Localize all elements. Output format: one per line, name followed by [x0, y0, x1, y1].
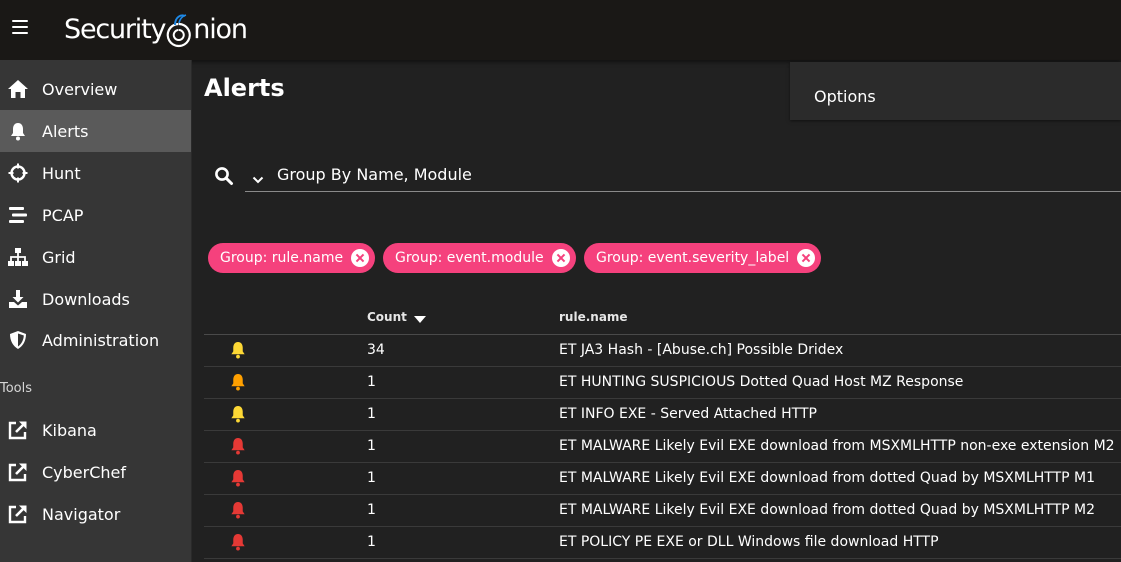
search-icon[interactable]	[214, 166, 234, 186]
sidebar-item-label: Administration	[42, 330, 160, 350]
group-chip-event-severity-label[interactable]: Group: event.severity_label	[584, 243, 822, 273]
shield-icon	[7, 329, 29, 351]
sidebar-item-downloads[interactable]: Downloads	[0, 278, 191, 320]
row-count: 1	[367, 470, 376, 486]
bell-icon[interactable]	[229, 405, 247, 423]
sidebar-item-label: PCAP	[42, 205, 84, 225]
bell-icon[interactable]	[229, 437, 247, 455]
table-header: Count rule.name	[204, 302, 1121, 335]
row-rule-name: ET MALWARE Likely Evil EXE download from…	[559, 438, 1115, 454]
row-rule-name: ET MALWARE Likely Evil EXE download from…	[559, 470, 1096, 486]
bell-icon[interactable]	[229, 533, 247, 551]
sidebar-item-label: Overview	[42, 79, 118, 99]
crosshair-icon	[7, 162, 29, 184]
column-header-count[interactable]: Count	[367, 310, 426, 324]
brand-text-left: Security	[64, 13, 166, 45]
sidebar-item-cyberchef[interactable]: CyberChef	[0, 451, 191, 493]
sidebar-item-label: Navigator	[42, 504, 121, 524]
row-rule-name: ET HUNTING SUSPICIOUS Dotted Quad Host M…	[559, 374, 964, 390]
page-title: Alerts	[204, 74, 285, 102]
row-count: 1	[367, 534, 376, 550]
row-count: 1	[367, 438, 376, 454]
app-bar: Security nion	[0, 0, 1121, 60]
external-link-icon	[7, 461, 29, 483]
external-link-icon	[7, 503, 29, 525]
row-count: 34	[367, 342, 385, 358]
table-body: 34 ET JA3 Hash - [Abuse.ch] Possible Drid…	[204, 335, 1121, 559]
bell-icon[interactable]	[229, 373, 247, 391]
tools-heading: Tools	[0, 381, 33, 396]
row-count: 1	[367, 374, 376, 390]
options-panel[interactable]: Options	[790, 62, 1121, 120]
table-row[interactable]: 1 ET MALWARE Likely Evil EXE download fro…	[204, 463, 1121, 495]
sitemap-icon	[7, 246, 29, 268]
chip-label: Group: event.module	[395, 250, 544, 266]
sidebar-item-kibana[interactable]: Kibana	[0, 409, 191, 451]
sidebar-item-pcap[interactable]: PCAP	[0, 194, 191, 236]
sort-desc-icon	[413, 316, 426, 323]
close-icon[interactable]	[797, 249, 816, 267]
sidebar-item-label: Hunt	[42, 163, 81, 183]
alerts-table: Count rule.name 34 ET JA3 Hash - [Abuse.c…	[204, 302, 1121, 559]
stream-icon	[7, 204, 29, 226]
security-onion-logo[interactable]: Security nion	[64, 6, 248, 52]
table-row[interactable]: 1 ET POLICY PE EXE or DLL Windows file do…	[204, 527, 1121, 559]
row-count: 1	[367, 406, 376, 422]
table-row[interactable]: 1 ET HUNTING SUSPICIOUS Dotted Quad Host …	[204, 367, 1121, 399]
row-rule-name: ET INFO EXE - Served Attached HTTP	[559, 406, 817, 422]
sidebar-item-alerts[interactable]: Alerts	[0, 110, 191, 152]
sidebar: Overview Alerts Hunt PCAP Grid Downloads…	[0, 60, 192, 562]
onion-logo-icon	[166, 14, 192, 48]
bell-icon	[7, 120, 29, 142]
chevron-down-icon[interactable]	[252, 169, 264, 188]
sidebar-item-overview[interactable]: Overview	[0, 68, 191, 110]
bell-icon[interactable]	[229, 501, 247, 519]
query-value: Group By Name, Module	[277, 165, 472, 184]
sidebar-item-label: Downloads	[42, 289, 130, 309]
options-label: Options	[814, 87, 876, 106]
chip-label: Group: event.severity_label	[596, 250, 790, 266]
bell-icon[interactable]	[229, 469, 247, 487]
sidebar-item-label: Grid	[42, 247, 76, 267]
chip-label: Group: rule.name	[220, 250, 344, 266]
sidebar-item-grid[interactable]: Grid	[0, 236, 191, 278]
sidebar-item-label: Alerts	[42, 121, 89, 141]
table-row[interactable]: 1 ET MALWARE Likely Evil EXE download fro…	[204, 431, 1121, 463]
column-header-rule-name[interactable]: rule.name	[559, 310, 628, 324]
table-row[interactable]: 34 ET JA3 Hash - [Abuse.ch] Possible Drid…	[204, 335, 1121, 367]
external-link-icon	[7, 419, 29, 441]
row-rule-name: ET JA3 Hash - [Abuse.ch] Possible Dridex	[559, 342, 844, 358]
table-row[interactable]: 1 ET MALWARE Likely Evil EXE download fro…	[204, 495, 1121, 527]
close-icon[interactable]	[551, 249, 570, 267]
sidebar-item-administration[interactable]: Administration	[0, 319, 191, 361]
menu-icon[interactable]	[12, 20, 28, 34]
brand-text-right: nion	[193, 13, 248, 45]
group-chip-rule-name[interactable]: Group: rule.name	[208, 243, 376, 273]
row-rule-name: ET MALWARE Likely Evil EXE download from…	[559, 502, 1096, 518]
query-input[interactable]: Group By Name, Module	[245, 155, 1121, 192]
sidebar-item-label: Kibana	[42, 420, 97, 440]
home-icon	[7, 78, 29, 100]
table-row[interactable]: 1 ET INFO EXE - Served Attached HTTP	[204, 399, 1121, 431]
bell-icon[interactable]	[229, 341, 247, 359]
group-chip-event-module[interactable]: Group: event.module	[383, 243, 576, 273]
sidebar-item-navigator[interactable]: Navigator	[0, 493, 191, 535]
row-count: 1	[367, 502, 376, 518]
row-rule-name: ET POLICY PE EXE or DLL Windows file dow…	[559, 534, 939, 550]
close-icon[interactable]	[351, 249, 370, 267]
sidebar-item-label: CyberChef	[42, 462, 127, 482]
download-icon	[7, 288, 29, 310]
sidebar-item-hunt[interactable]: Hunt	[0, 152, 191, 194]
column-header-label: Count	[367, 310, 407, 324]
